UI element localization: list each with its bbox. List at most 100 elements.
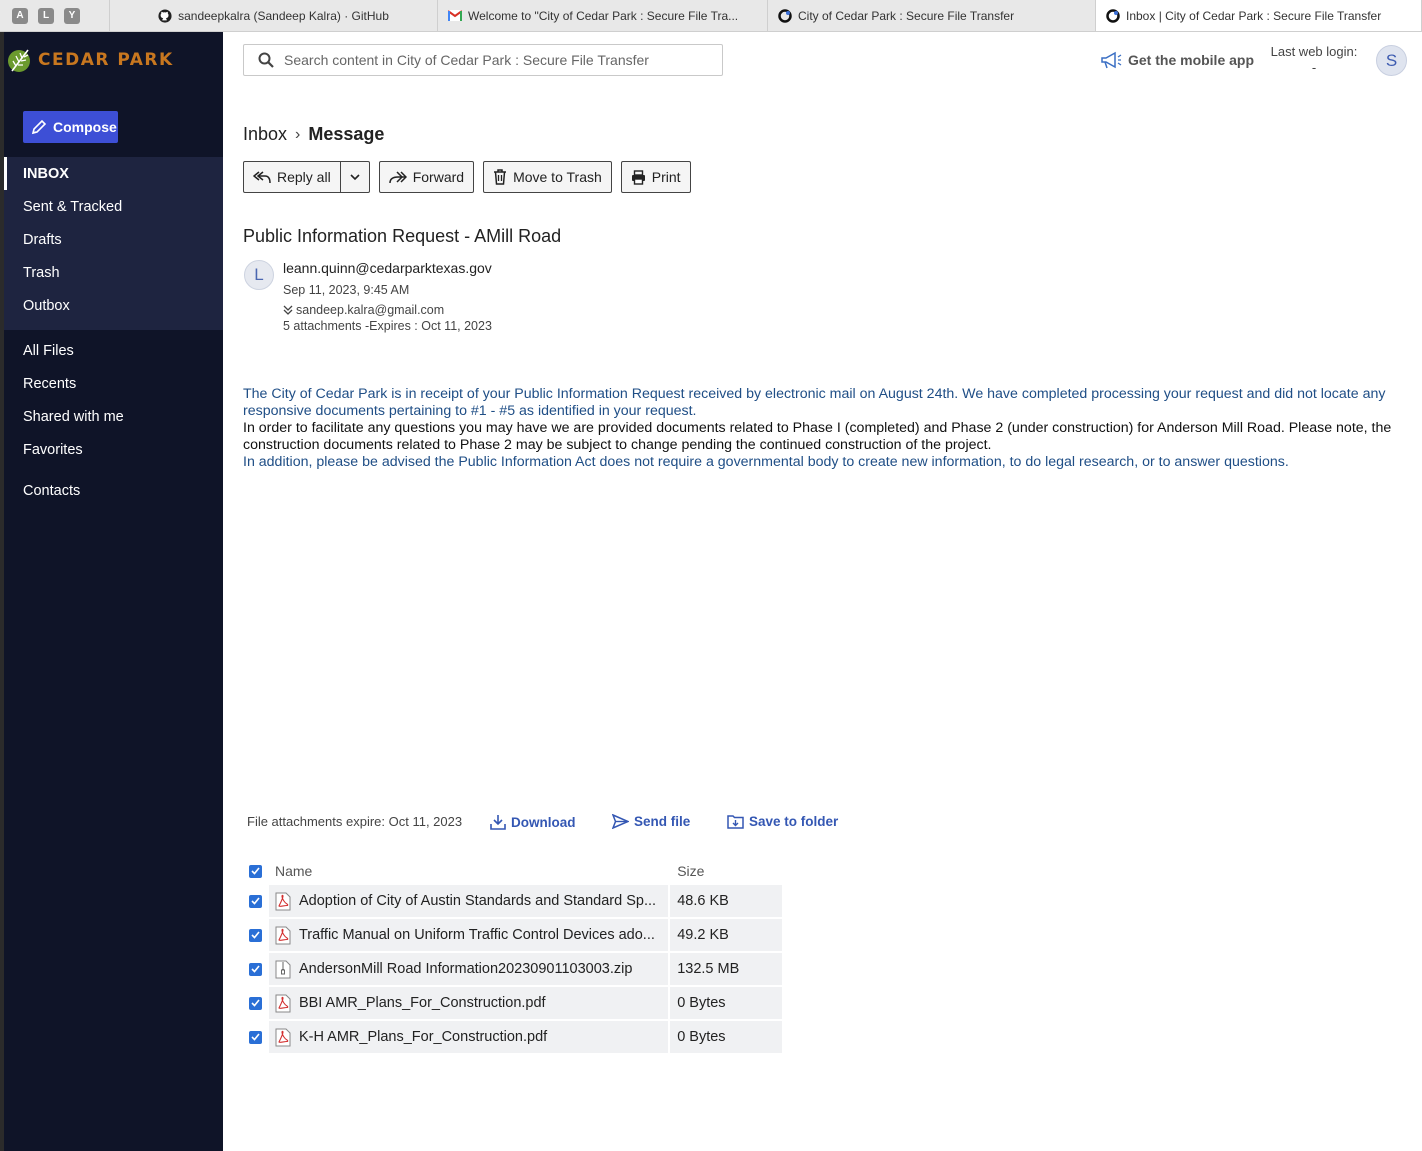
sidebar-item-contacts[interactable]: Contacts bbox=[4, 474, 223, 507]
recipient-email: sandeep.kalra@gmail.com bbox=[296, 303, 445, 317]
checkmark-icon bbox=[249, 928, 263, 942]
table-row[interactable]: BBI AMR_Plans_For_Construction.pdf 0 Byt… bbox=[244, 986, 782, 1020]
pdf-icon bbox=[275, 926, 291, 944]
move-to-trash-button[interactable]: Move to Trash bbox=[483, 161, 612, 193]
forward-button[interactable]: Forward bbox=[378, 161, 475, 193]
move-to-trash-label: Move to Trash bbox=[513, 169, 602, 185]
mobile-app-label: Get the mobile app bbox=[1128, 52, 1255, 68]
compose-button[interactable]: Compose bbox=[23, 111, 118, 143]
breadcrumb-inbox[interactable]: Inbox bbox=[243, 124, 287, 145]
table-row[interactable]: Adoption of City of Austin Standards and… bbox=[244, 884, 782, 918]
pdf-icon bbox=[275, 892, 291, 910]
breadcrumb-current: Message bbox=[308, 124, 385, 144]
tab-title: Welcome to "City of Cedar Park : Secure … bbox=[468, 8, 739, 23]
search-box[interactable] bbox=[243, 44, 723, 76]
send-file-label: Send file bbox=[634, 814, 691, 829]
sidebar-item-shared[interactable]: Shared with me bbox=[4, 400, 223, 433]
message-meta: leann.quinn@cedarparktexas.gov Sep 11, 2… bbox=[283, 260, 492, 337]
print-label: Print bbox=[651, 169, 681, 185]
last-login-value: - bbox=[1311, 60, 1317, 75]
row-checkbox[interactable] bbox=[244, 996, 268, 1010]
sidebar-item-outbox[interactable]: Outbox bbox=[4, 289, 223, 322]
message-toolbar: Reply all Forward Move to Trash Print bbox=[243, 161, 691, 193]
megaphone-icon bbox=[1101, 51, 1122, 69]
file-name-cell[interactable]: K-H AMR_Plans_For_Construction.pdf bbox=[268, 1021, 669, 1053]
send-file-button[interactable]: Send file bbox=[612, 814, 690, 829]
browser-tab-gmail[interactable]: Welcome to "City of Cedar Park : Secure … bbox=[438, 0, 768, 31]
pdf-icon bbox=[275, 994, 291, 1012]
message-date: Sep 11, 2023, 9:45 AM bbox=[283, 283, 410, 297]
file-name-cell[interactable]: BBI AMR_Plans_For_Construction.pdf bbox=[268, 987, 669, 1019]
browser-tab-inbox[interactable]: Inbox | City of Cedar Park : Secure File… bbox=[1096, 0, 1422, 31]
file-name: K-H AMR_Plans_For_Construction.pdf bbox=[298, 1029, 548, 1045]
table-header: Name Size bbox=[244, 858, 782, 884]
logo-text: CEDAR PARK bbox=[38, 50, 174, 70]
compose-label: Compose bbox=[53, 119, 117, 135]
printer-icon bbox=[631, 169, 645, 185]
checkmark-icon bbox=[249, 1030, 263, 1044]
message-body: The City of Cedar Park is in receipt of … bbox=[243, 386, 1403, 471]
table-row[interactable]: K-H AMR_Plans_For_Construction.pdf 0 Byt… bbox=[244, 1020, 782, 1054]
row-checkbox[interactable] bbox=[244, 962, 268, 976]
pinned-tab-y[interactable]: Y bbox=[64, 7, 80, 24]
gmail-icon bbox=[448, 9, 462, 23]
search-input[interactable] bbox=[284, 52, 704, 68]
print-button[interactable]: Print bbox=[620, 161, 691, 193]
row-checkbox[interactable] bbox=[244, 1030, 268, 1044]
last-login-label: Last web login: bbox=[1270, 44, 1358, 59]
search-icon bbox=[258, 52, 274, 68]
file-name-cell[interactable]: AndersonMill Road Information20230901103… bbox=[268, 953, 669, 985]
recipient-row[interactable]: sandeep.kalra@gmail.com bbox=[283, 301, 492, 319]
column-name-header[interactable]: Name bbox=[269, 855, 668, 887]
contacts-nav: Contacts bbox=[4, 474, 223, 507]
file-name-cell[interactable]: Adoption of City of Austin Standards and… bbox=[268, 885, 669, 917]
user-avatar[interactable]: S bbox=[1376, 45, 1407, 76]
browser-tab-github[interactable]: sandeepkalra (Sandeep Kalra) · GitHub bbox=[110, 0, 438, 31]
file-name: BBI AMR_Plans_For_Construction.pdf bbox=[298, 995, 546, 1011]
download-button[interactable]: Download bbox=[490, 814, 576, 830]
reply-all-label: Reply all bbox=[277, 169, 331, 185]
cedar-leaf-icon bbox=[8, 49, 30, 72]
sender-email[interactable]: leann.quinn@cedarparktexas.gov bbox=[283, 260, 492, 280]
sidebar-item-all-files[interactable]: All Files bbox=[4, 334, 223, 367]
get-mobile-app-link[interactable]: Get the mobile app bbox=[1100, 51, 1254, 69]
pinned-tab-a[interactable]: A bbox=[12, 7, 28, 24]
select-all-checkbox[interactable] bbox=[244, 864, 268, 878]
sidebar-item-sent[interactable]: Sent & Tracked bbox=[4, 190, 223, 223]
body-paragraph: In order to facilitate any questions you… bbox=[243, 420, 1392, 453]
download-icon bbox=[490, 815, 506, 830]
save-to-folder-label: Save to folder bbox=[749, 814, 839, 829]
sidebar-item-trash[interactable]: Trash bbox=[4, 256, 223, 289]
file-name-cell[interactable]: Traffic Manual on Uniform Traffic Contro… bbox=[268, 919, 669, 951]
sidebar-item-recents[interactable]: Recents bbox=[4, 367, 223, 400]
body-paragraph: The City of Cedar Park is in receipt of … bbox=[243, 386, 1386, 419]
browser-tab-bar: A L Y sandeepkalra (Sandeep Kalra) · Git… bbox=[0, 0, 1422, 32]
tab-title: sandeepkalra (Sandeep Kalra) · GitHub bbox=[178, 8, 389, 23]
table-row[interactable]: Traffic Manual on Uniform Traffic Contro… bbox=[244, 918, 782, 952]
file-size: 0 Bytes bbox=[670, 987, 782, 1019]
sidebar-item-inbox[interactable]: INBOX bbox=[4, 157, 223, 190]
save-to-folder-button[interactable]: Save to folder bbox=[727, 814, 838, 829]
checkmark-icon bbox=[249, 864, 263, 878]
sidebar-item-drafts[interactable]: Drafts bbox=[4, 223, 223, 256]
pinned-tab-l[interactable]: L bbox=[38, 7, 54, 24]
file-size: 48.6 KB bbox=[670, 885, 782, 917]
table-row[interactable]: AndersonMill Road Information20230901103… bbox=[244, 952, 782, 986]
browser-tab-secure-file[interactable]: City of Cedar Park : Secure File Transfe… bbox=[768, 0, 1096, 31]
message-subject: Public Information Request - AMill Road bbox=[243, 226, 562, 246]
sidebar-item-favorites[interactable]: Favorites bbox=[4, 433, 223, 466]
tab-title: Inbox | City of Cedar Park : Secure File… bbox=[1126, 8, 1382, 23]
row-checkbox[interactable] bbox=[244, 928, 268, 942]
checkmark-icon bbox=[249, 996, 263, 1010]
logo[interactable]: CEDAR PARK bbox=[6, 44, 174, 76]
forward-icon bbox=[388, 171, 407, 184]
reply-dropdown-button[interactable] bbox=[340, 161, 370, 193]
file-name: AndersonMill Road Information20230901103… bbox=[298, 961, 633, 977]
reply-all-button[interactable]: Reply all bbox=[243, 161, 341, 193]
file-size: 0 Bytes bbox=[670, 1021, 782, 1053]
row-checkbox[interactable] bbox=[244, 894, 268, 908]
column-size-header[interactable]: Size bbox=[670, 855, 782, 887]
github-icon bbox=[158, 8, 172, 23]
trash-icon bbox=[494, 169, 507, 185]
reply-all-icon bbox=[253, 171, 271, 184]
